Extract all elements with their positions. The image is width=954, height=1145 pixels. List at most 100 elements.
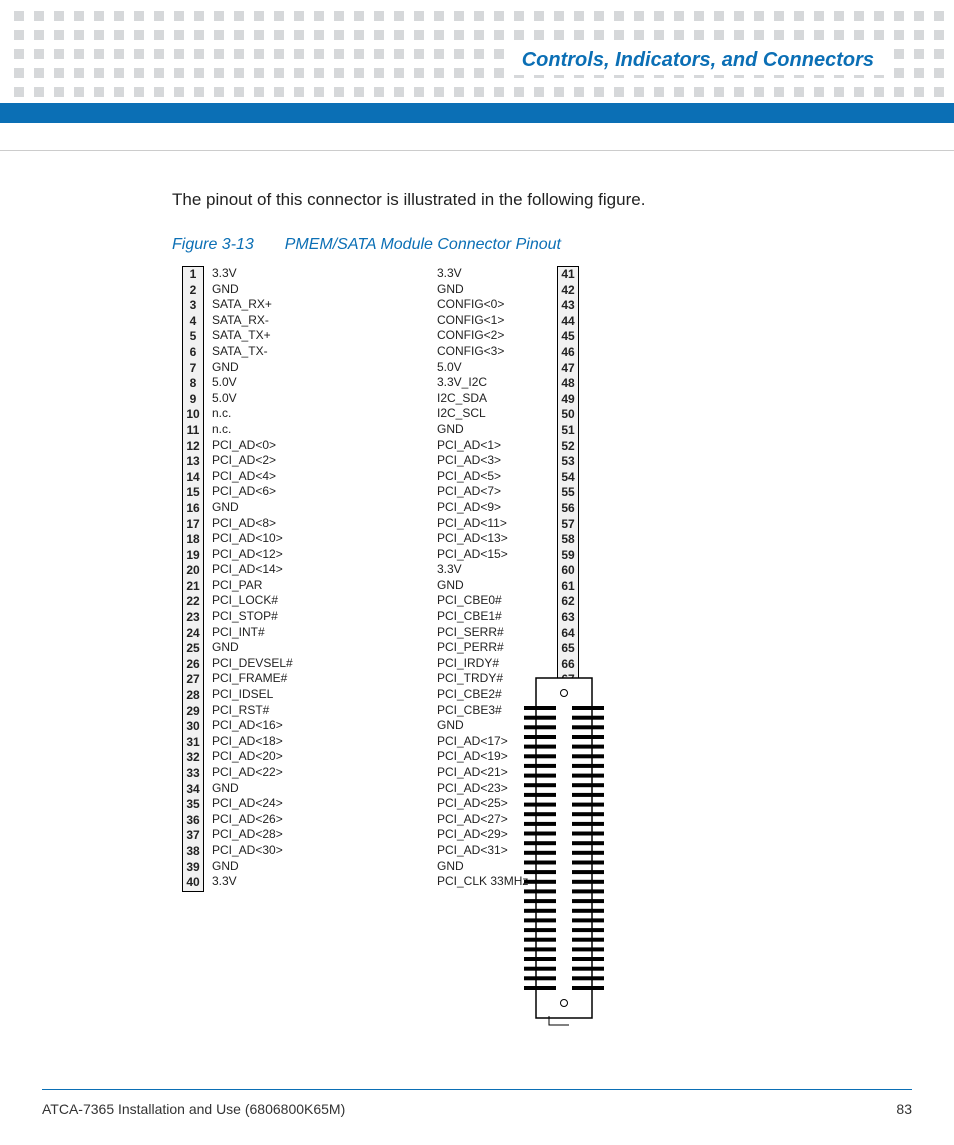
pin-number: 17 bbox=[183, 517, 203, 533]
header-rule bbox=[0, 150, 954, 151]
pin-number: 35 bbox=[183, 797, 203, 813]
pin-signal: GND bbox=[437, 282, 547, 298]
pin-signal: CONFIG<1> bbox=[437, 313, 547, 329]
pin-number: 23 bbox=[183, 610, 203, 626]
pin-number: 9 bbox=[183, 392, 203, 408]
pin-number: 63 bbox=[558, 610, 578, 626]
figure-caption: Figure 3-13 PMEM/SATA Module Connector P… bbox=[172, 236, 561, 254]
pin-signal: PCI_SERR# bbox=[437, 625, 547, 641]
pin-signal: GND bbox=[212, 640, 322, 656]
pin-number: 32 bbox=[183, 750, 203, 766]
pin-number: 33 bbox=[183, 766, 203, 782]
pin-numbers-left: 1234567891011121314151617181920212223242… bbox=[182, 266, 204, 892]
pin-number: 34 bbox=[183, 782, 203, 798]
pin-signal: PCI_CBE1# bbox=[437, 609, 547, 625]
pin-number: 42 bbox=[558, 283, 578, 299]
pin-signal: PCI_AD<6> bbox=[212, 484, 322, 500]
pin-number: 31 bbox=[183, 735, 203, 751]
pin-signal: PCI_AD<10> bbox=[212, 531, 322, 547]
pin-number: 57 bbox=[558, 517, 578, 533]
pin-signal: 5.0V bbox=[212, 375, 322, 391]
pin-number: 4 bbox=[183, 314, 203, 330]
pin-signal: PCI_AD<30> bbox=[212, 843, 322, 859]
pin-signal: PCI_AD<9> bbox=[437, 500, 547, 516]
pin-number: 6 bbox=[183, 345, 203, 361]
pin-number: 65 bbox=[558, 641, 578, 657]
pin-number: 18 bbox=[183, 532, 203, 548]
pin-signal: PCI_AD<24> bbox=[212, 796, 322, 812]
header-accent-bar bbox=[0, 103, 954, 123]
page-number: 83 bbox=[896, 1101, 912, 1117]
pin-signal: PCI_AD<14> bbox=[212, 562, 322, 578]
pin-signal: 3.3V bbox=[212, 874, 322, 890]
connector-icon bbox=[514, 668, 614, 1038]
pin-signal: GND bbox=[437, 422, 547, 438]
pin-number: 15 bbox=[183, 485, 203, 501]
pin-number: 12 bbox=[183, 439, 203, 455]
pin-number: 25 bbox=[183, 641, 203, 657]
pin-number: 5 bbox=[183, 329, 203, 345]
pin-number: 43 bbox=[558, 298, 578, 314]
pin-signal: PCI_AD<22> bbox=[212, 765, 322, 781]
footer-rule bbox=[42, 1089, 912, 1090]
pin-signal: SATA_RX- bbox=[212, 313, 322, 329]
pin-signal: PCI_AD<28> bbox=[212, 827, 322, 843]
section-title: Controls, Indicators, and Connectors bbox=[512, 46, 884, 75]
pin-signal: CONFIG<2> bbox=[437, 328, 547, 344]
header-dot-row bbox=[0, 30, 954, 40]
pin-signal: I2C_SDA bbox=[437, 391, 547, 407]
pin-number: 56 bbox=[558, 501, 578, 517]
header-dot-row bbox=[0, 11, 954, 21]
pin-signal: PCI_AD<5> bbox=[437, 469, 547, 485]
pin-signal: PCI_AD<16> bbox=[212, 718, 322, 734]
pin-signal: PCI_AD<8> bbox=[212, 516, 322, 532]
pin-number: 3 bbox=[183, 298, 203, 314]
pin-signal: 5.0V bbox=[212, 391, 322, 407]
pin-signal: PCI_STOP# bbox=[212, 609, 322, 625]
pin-number: 40 bbox=[183, 875, 203, 891]
pin-signal: SATA_TX- bbox=[212, 344, 322, 360]
pin-signal: GND bbox=[212, 859, 322, 875]
pin-signal: GND bbox=[212, 360, 322, 376]
pin-number: 54 bbox=[558, 470, 578, 486]
pin-number: 48 bbox=[558, 376, 578, 392]
pin-signal: PCI_AD<3> bbox=[437, 453, 547, 469]
pin-signal: PCI_PAR bbox=[212, 578, 322, 594]
pin-signal: PCI_DEVSEL# bbox=[212, 656, 322, 672]
pin-number: 13 bbox=[183, 454, 203, 470]
pin-signal: GND bbox=[212, 781, 322, 797]
pin-signal: PCI_INT# bbox=[212, 625, 322, 641]
pin-number: 52 bbox=[558, 439, 578, 455]
pin-number: 28 bbox=[183, 688, 203, 704]
pin-signal: n.c. bbox=[212, 406, 322, 422]
pin-signal: PCI_RST# bbox=[212, 703, 322, 719]
pin-number: 60 bbox=[558, 563, 578, 579]
pin-signal: 3.3V bbox=[437, 562, 547, 578]
pin-signal: SATA_TX+ bbox=[212, 328, 322, 344]
pin-number: 11 bbox=[183, 423, 203, 439]
pin-number: 22 bbox=[183, 594, 203, 610]
pin-signal: 5.0V bbox=[437, 360, 547, 376]
pin-signal: PCI_AD<15> bbox=[437, 547, 547, 563]
pin-signal: GND bbox=[212, 282, 322, 298]
pin-number: 19 bbox=[183, 548, 203, 564]
pin-number: 10 bbox=[183, 407, 203, 423]
pin-signal: PCI_AD<7> bbox=[437, 484, 547, 500]
pin-number: 61 bbox=[558, 579, 578, 595]
pin-signal: CONFIG<3> bbox=[437, 344, 547, 360]
figure-title: PMEM/SATA Module Connector Pinout bbox=[285, 236, 561, 253]
pin-signal: 3.3V bbox=[437, 266, 547, 282]
pin-signal: PCI_CBE0# bbox=[437, 593, 547, 609]
pin-signal: 3.3V bbox=[212, 266, 322, 282]
pin-number: 38 bbox=[183, 844, 203, 860]
pin-number: 53 bbox=[558, 454, 578, 470]
pin-signal: PCI_AD<26> bbox=[212, 812, 322, 828]
pin-number: 64 bbox=[558, 626, 578, 642]
pin-signal: GND bbox=[212, 500, 322, 516]
pin-number: 29 bbox=[183, 704, 203, 720]
pin-number: 58 bbox=[558, 532, 578, 548]
pin-signal: PCI_AD<1> bbox=[437, 438, 547, 454]
pin-number: 49 bbox=[558, 392, 578, 408]
pin-number: 20 bbox=[183, 563, 203, 579]
pin-signal: PCI_AD<12> bbox=[212, 547, 322, 563]
